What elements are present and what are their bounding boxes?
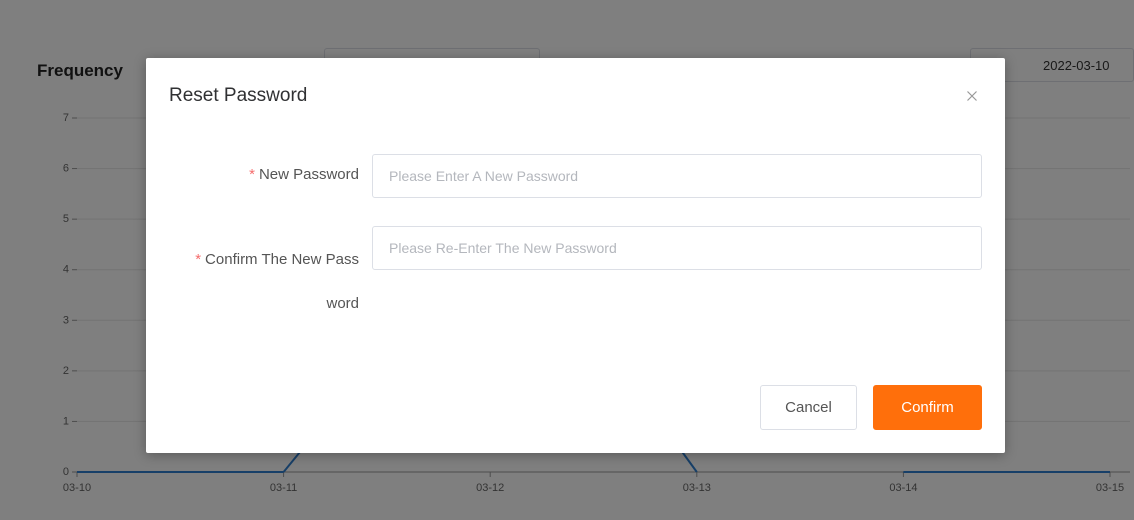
close-icon [967,91,977,101]
confirm-password-label: * Confirm The New Pass word [159,238,359,326]
cancel-button[interactable]: Cancel [760,385,857,430]
dialog-title: Reset Password [169,85,308,106]
close-button[interactable] [960,84,984,108]
confirm-password-label-line1: Confirm The New Pass [205,251,359,268]
confirm-password-input[interactable] [372,226,982,270]
reset-password-dialog: Reset Password * New Password * Confirm Th… [146,58,1005,453]
confirm-password-label-line2: word [326,295,359,312]
confirm-button[interactable]: Confirm [873,385,982,430]
required-mark: * [195,251,202,268]
new-password-label-text: New Password [258,166,359,183]
required-mark: * [249,166,255,183]
new-password-input[interactable] [372,154,982,198]
new-password-label: * New Password [249,166,359,183]
